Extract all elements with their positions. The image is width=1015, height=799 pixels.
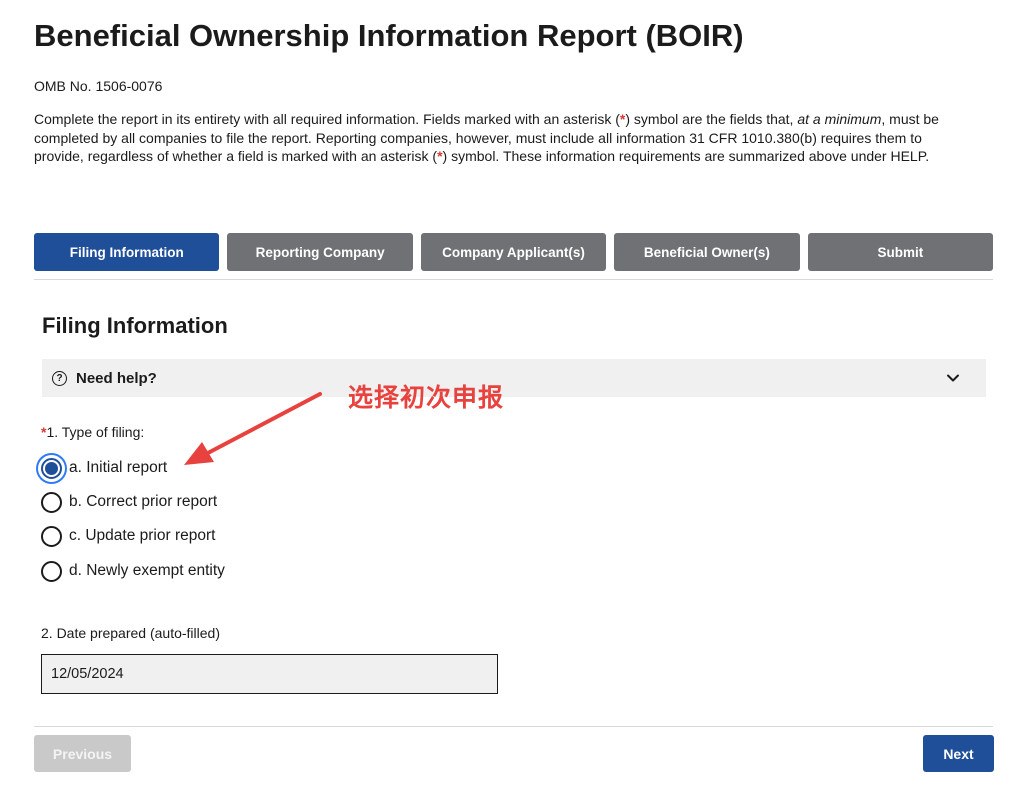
intro-text-1: Complete the report in its entirety with… [34,111,620,127]
divider [34,726,993,727]
annotation-text: 选择初次申报 [348,383,505,412]
radio-option-correct-prior-report[interactable]: b. Correct prior report [41,489,217,515]
intro-paragraph: Complete the report in its entirety with… [34,110,974,166]
step-filing-information[interactable]: Filing Information [34,233,220,271]
radio-button-checked[interactable] [41,457,62,479]
divider [34,279,993,280]
page-title: Beneficial Ownership Information Report … [34,18,744,53]
radio-option-newly-exempt-entity[interactable]: d. Newly exempt entity [41,558,225,584]
radio-label: b. Correct prior report [69,493,218,510]
radio-option-initial-report[interactable]: a. Initial report [41,455,167,481]
date-prepared-field[interactable] [41,654,498,694]
radio-button[interactable] [41,525,62,547]
radio-option-update-prior-report[interactable]: c. Update prior report [41,523,215,549]
date-prepared-label: 2. Date prepared (auto-filled) [41,625,220,641]
step-reporting-company[interactable]: Reporting Company [227,233,413,271]
step-company-applicants[interactable]: Company Applicant(s) [420,233,607,271]
step-submit[interactable]: Submit [807,233,994,271]
question-circle-icon: ? [52,370,67,386]
need-help-accordion[interactable]: ? Need help? [42,359,986,397]
radio-button[interactable] [41,491,62,513]
intro-text-4: ) symbol. These information requirements… [442,148,930,164]
section-title: Filing Information [42,313,228,338]
next-button[interactable]: Next [923,735,994,772]
filing-type-label: *1. Type of filing: [41,423,144,441]
step-navigation: Filing Information Reporting Company Com… [34,233,994,271]
step-beneficial-owners[interactable]: Beneficial Owner(s) [614,233,800,271]
intro-text-2: ) symbol are the fields that, [625,111,798,127]
filing-type-question: 1. Type of filing: [46,424,145,440]
radio-button[interactable] [41,560,62,582]
radio-label: d. Newly exempt entity [69,562,225,579]
intro-emphasis: at a minimum [797,111,882,127]
need-help-label: Need help? [76,369,157,387]
chevron-down-icon [947,374,959,382]
previous-button[interactable]: Previous [34,735,131,772]
radio-label: c. Update prior report [69,527,216,544]
omb-number: OMB No. 1506-0076 [34,78,163,94]
radio-label: a. Initial report [69,459,168,476]
